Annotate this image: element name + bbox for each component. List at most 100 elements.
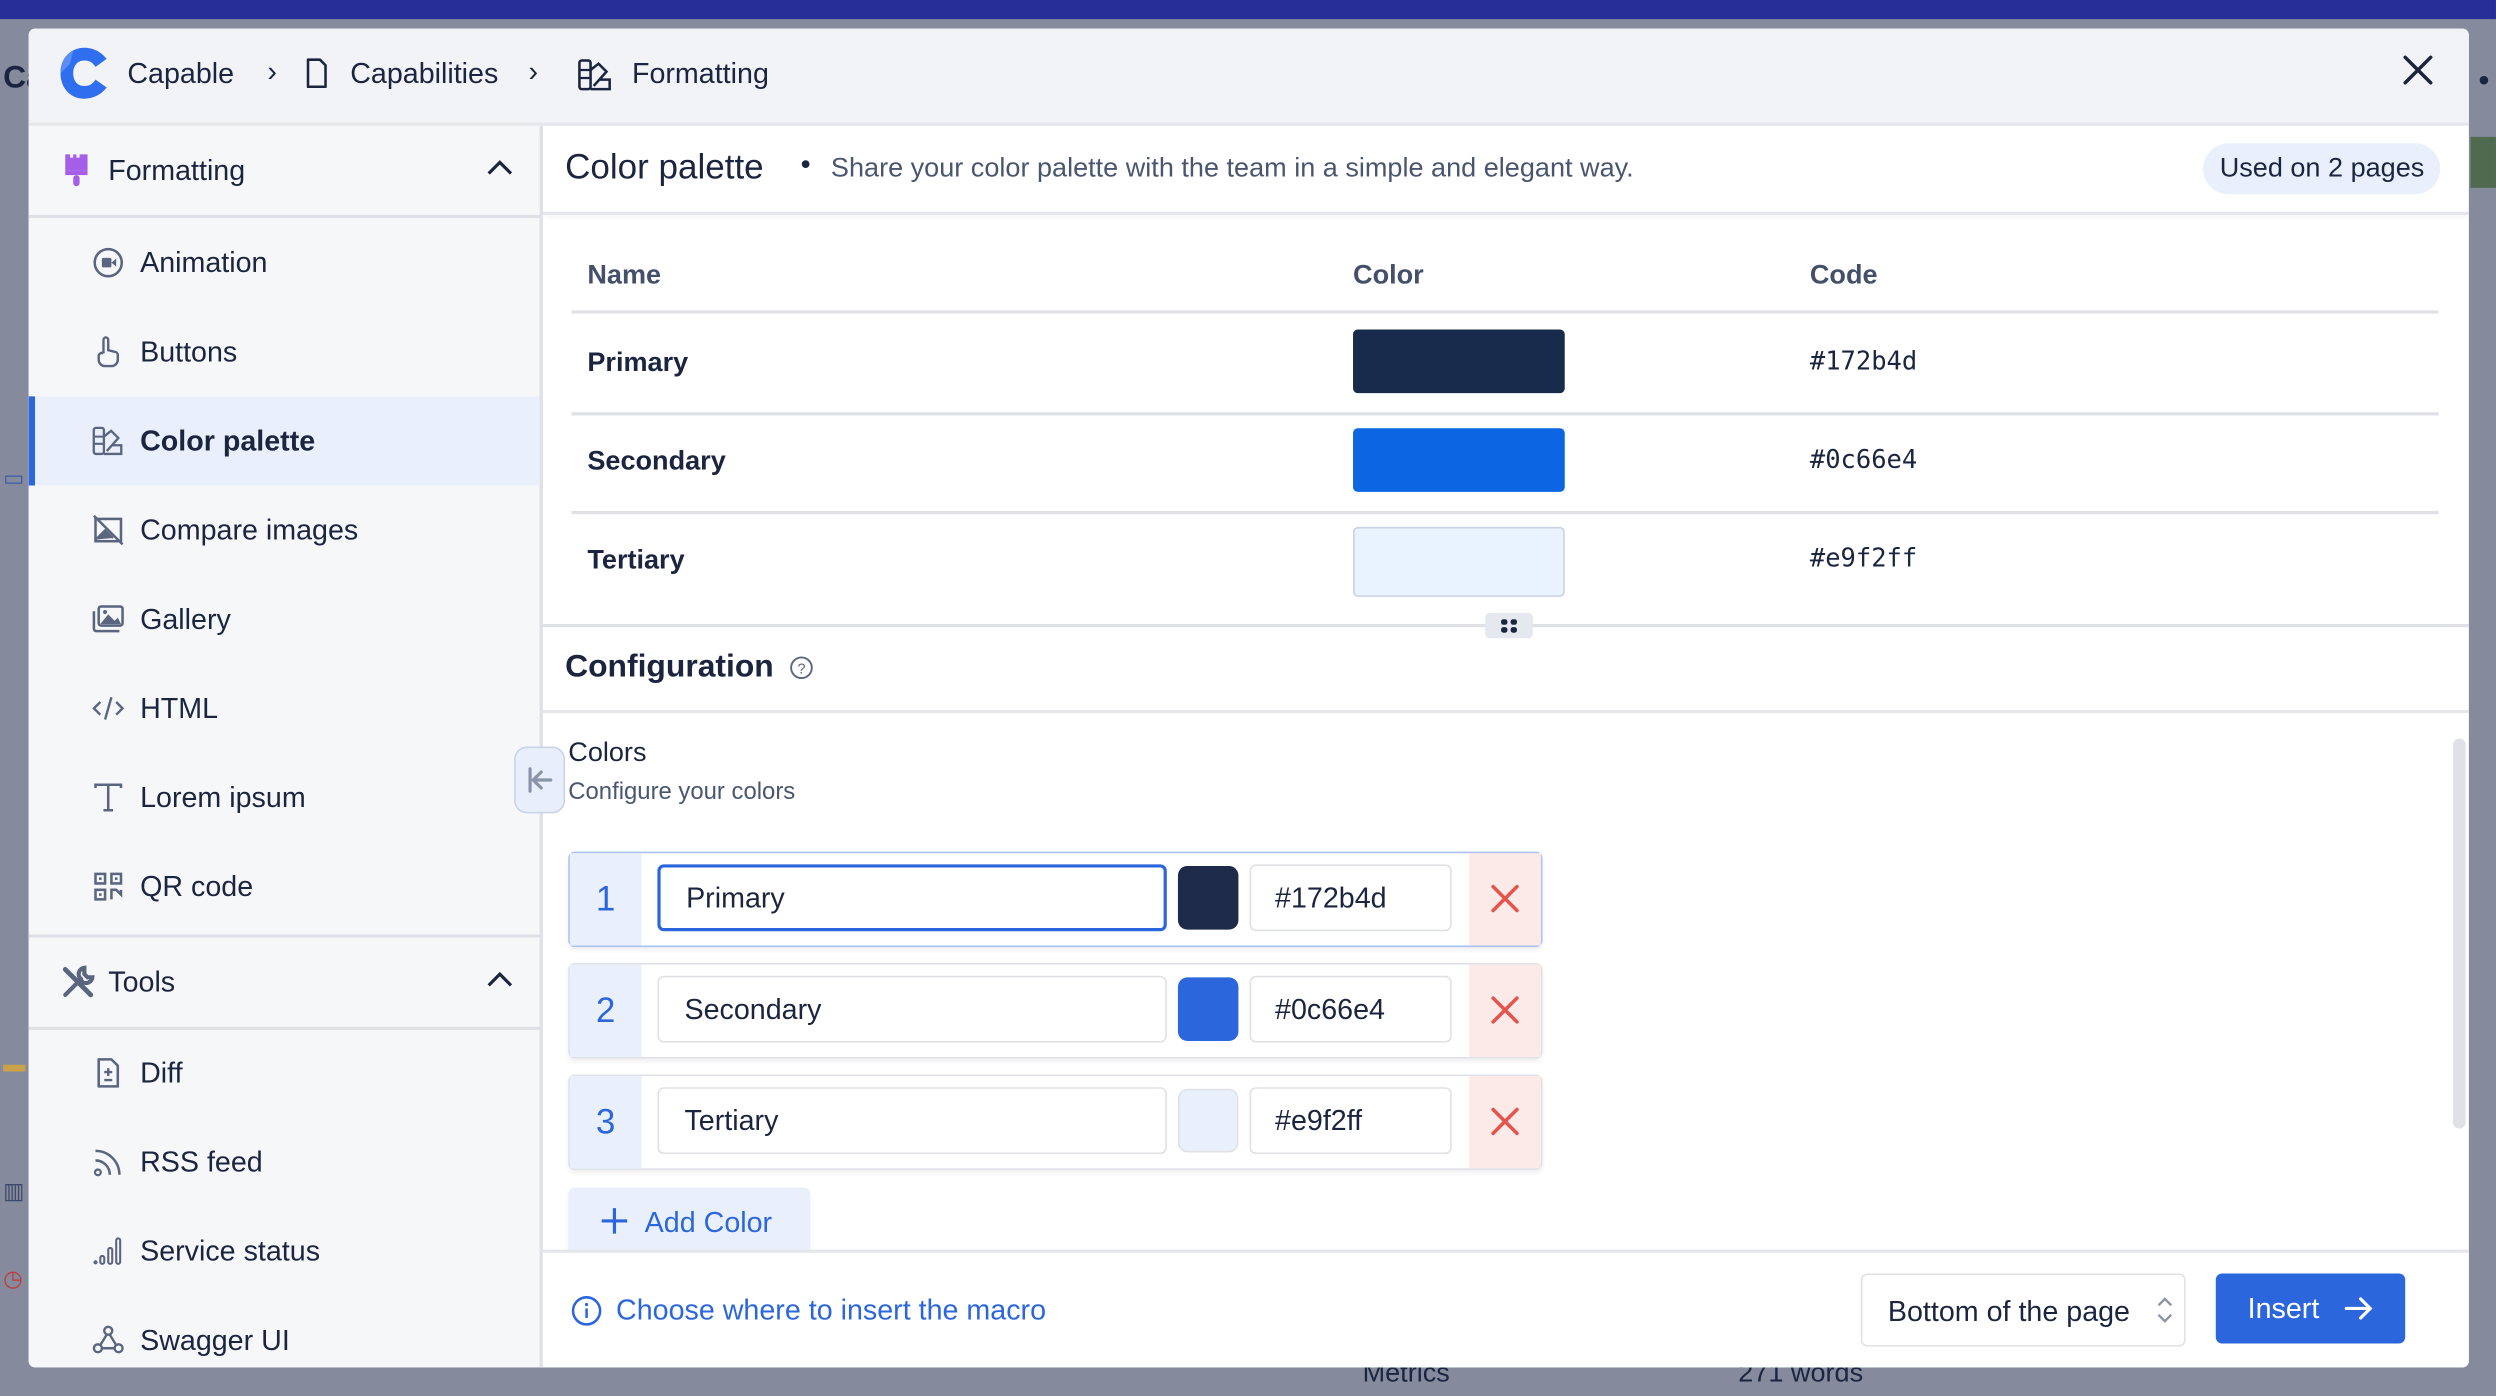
color-picker-swatch[interactable] xyxy=(1177,977,1239,1042)
color-code-input[interactable] xyxy=(1249,1087,1452,1155)
video-circle-icon xyxy=(92,247,124,279)
color-code: #e9f2ff xyxy=(1809,542,1918,574)
dialog-footer: Choose where to insert the macro Bottom … xyxy=(542,1249,2469,1368)
macro-title: Color palette xyxy=(565,146,764,187)
configuration-header: Configuration ? xyxy=(542,627,2469,714)
sidebar-item-gallery[interactable]: Gallery xyxy=(29,575,540,664)
screen: Ca • ▭ ▬ ▥ ◷ Metrics 271 words Capable ›… xyxy=(0,0,2496,1396)
insert-button[interactable]: Insert xyxy=(2215,1273,2406,1344)
sidebar-item-buttons[interactable]: Buttons xyxy=(29,307,540,396)
remove-color-button[interactable] xyxy=(1469,853,1541,946)
macro-description: Share your color palette with the team i… xyxy=(830,152,1634,184)
background-green-block xyxy=(2470,136,2496,188)
breadcrumb-formatting[interactable]: Formatting xyxy=(632,57,769,90)
sidebar-item-qr-code[interactable]: QR code xyxy=(29,842,540,931)
browser-top-bar xyxy=(0,0,2496,20)
insert-position-value: Bottom of the page xyxy=(1887,1295,2131,1328)
close-button[interactable] xyxy=(2399,51,2437,89)
sidebar-item-diff[interactable]: Diff xyxy=(29,1028,540,1117)
title-separator: • xyxy=(800,148,811,180)
chevron-up-icon xyxy=(485,969,514,988)
remove-color-button[interactable] xyxy=(1469,1076,1541,1169)
table-row: Secondary #0c66e4 xyxy=(571,412,2439,515)
capabilities-sidebar: Formatting Animation Buttons Color palet… xyxy=(28,125,543,1368)
section-label: Tools xyxy=(108,966,176,999)
sidebar-item-label: HTML xyxy=(140,692,219,725)
sidebar-item-compare-images[interactable]: Compare images xyxy=(29,485,540,574)
table-row: Tertiary #e9f2ff xyxy=(571,511,2438,610)
color-index: 3 xyxy=(569,1076,642,1169)
code-icon xyxy=(92,692,125,724)
select-arrows-icon xyxy=(2155,1294,2174,1326)
breadcrumb-capabilities[interactable]: Capabilities xyxy=(350,57,498,90)
breadcrumb-chevron-icon: › xyxy=(267,55,277,88)
color-swatch xyxy=(1353,428,1565,492)
alarm-icon: ◷ xyxy=(3,1265,23,1291)
paintbrush-icon xyxy=(60,153,92,188)
color-index: 1 xyxy=(569,853,642,946)
color-name-input[interactable] xyxy=(657,1087,1167,1155)
sidebar-item-lorem-ipsum[interactable]: Lorem ipsum xyxy=(29,753,540,842)
help-icon[interactable]: ? xyxy=(790,656,814,680)
insert-label: Insert xyxy=(2247,1292,2320,1325)
close-icon xyxy=(1491,884,1519,913)
insert-position-select[interactable]: Bottom of the page xyxy=(1860,1273,2186,1347)
sidebar-item-service-status[interactable]: Service status xyxy=(29,1207,540,1296)
remove-color-button[interactable] xyxy=(1469,964,1541,1057)
section-label: Formatting xyxy=(108,154,246,187)
sidebar-item-rss-feed[interactable]: RSS feed xyxy=(29,1117,540,1206)
column-header-code: Code xyxy=(1809,259,1878,290)
color-swatch xyxy=(1353,526,1565,597)
column-header-name: Name xyxy=(587,259,662,290)
sidebar-item-animation[interactable]: Animation xyxy=(29,218,540,307)
color-entry: 3 xyxy=(568,1074,1543,1170)
color-index: 2 xyxy=(569,964,642,1057)
webhook-icon xyxy=(92,1324,124,1356)
sidebar-item-color-palette[interactable]: Color palette xyxy=(28,396,540,486)
file-diff-icon xyxy=(92,1057,124,1089)
color-name-input[interactable] xyxy=(657,975,1167,1043)
svg-text:?: ? xyxy=(797,661,805,677)
usage-badge[interactable]: Used on 2 pages xyxy=(2203,143,2441,195)
capable-logo-icon xyxy=(57,45,111,102)
add-color-label: Add Color xyxy=(644,1206,773,1239)
color-entry: 1 xyxy=(568,851,1543,948)
pointer-hand-icon xyxy=(92,336,124,368)
sidebar-item-html[interactable]: HTML xyxy=(29,664,540,753)
color-code: #0c66e4 xyxy=(1809,444,1918,475)
background-more-icon: • xyxy=(2478,63,2490,99)
macro-title-row: Color palette • Share your color palette… xyxy=(542,126,2469,215)
color-code-input[interactable] xyxy=(1249,864,1452,932)
sidebar-item-label: Diff xyxy=(140,1056,183,1089)
background-left-rail: ▭ ▬ ▥ ◷ xyxy=(0,96,27,1396)
colors-field-description: Configure your colors xyxy=(568,778,796,806)
swatch-icon xyxy=(92,425,124,457)
bank-icon: ▥ xyxy=(3,1177,25,1204)
color-code-input[interactable] xyxy=(1249,975,1452,1043)
arrow-right-icon xyxy=(2343,1294,2375,1323)
color-picker-swatch[interactable] xyxy=(1177,1088,1239,1153)
section-header-formatting[interactable]: Formatting xyxy=(28,126,540,219)
configuration-scrollbar[interactable] xyxy=(2452,738,2466,1129)
signal-bars-icon xyxy=(92,1235,124,1267)
image-off-icon xyxy=(92,514,124,546)
color-name: Tertiary xyxy=(587,544,685,575)
gallery-icon xyxy=(92,603,124,635)
breadcrumb-capable[interactable]: Capable xyxy=(127,57,234,90)
collapse-left-icon xyxy=(528,767,553,793)
macro-dialog: Capable › Capabilities › Formatting Form… xyxy=(28,28,2469,1368)
sidebar-item-swagger-ui[interactable]: Swagger UI xyxy=(29,1296,540,1368)
page-icon xyxy=(306,57,328,89)
text-icon xyxy=(92,782,124,814)
section-header-tools[interactable]: Tools xyxy=(28,934,540,1030)
color-name: Secondary xyxy=(587,445,726,476)
color-picker-swatch[interactable] xyxy=(1177,865,1239,930)
collapse-sidebar-button[interactable] xyxy=(514,746,566,814)
sidebar-item-label: Lorem ipsum xyxy=(140,781,306,814)
close-icon xyxy=(1491,1107,1519,1136)
color-name-input[interactable] xyxy=(657,864,1167,932)
swatch-icon xyxy=(578,59,613,91)
add-color-button[interactable]: Add Color xyxy=(568,1187,811,1258)
configuration-title: Configuration xyxy=(565,649,774,685)
insert-location-help-link[interactable]: Choose where to insert the macro xyxy=(616,1294,1046,1327)
